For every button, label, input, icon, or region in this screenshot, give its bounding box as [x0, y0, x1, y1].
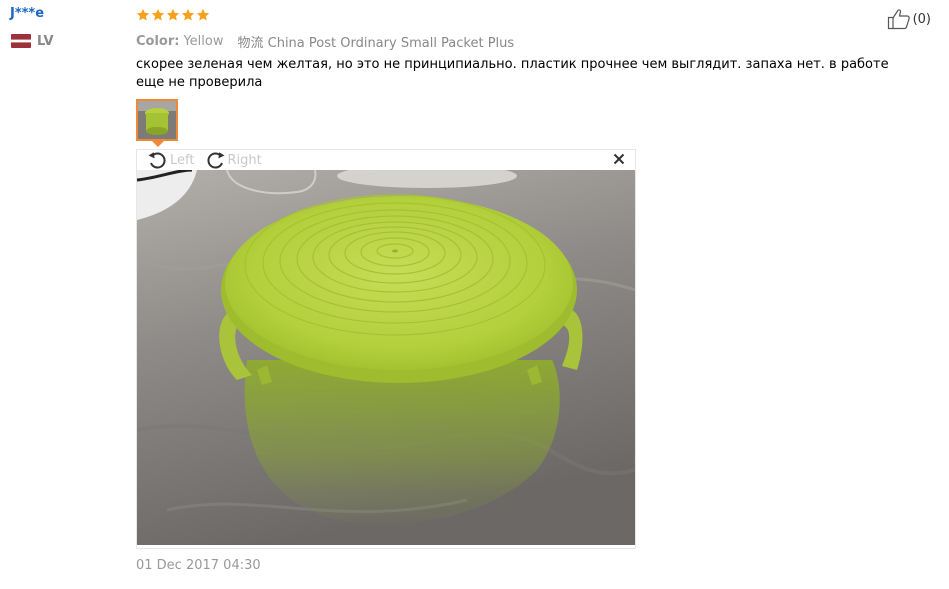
rotate-right-icon	[204, 150, 227, 170]
rotate-right-button[interactable]: Right	[204, 150, 262, 170]
country-code: LV	[37, 33, 54, 49]
star-rating	[136, 5, 896, 25]
star-icon	[196, 8, 210, 21]
star-icon	[136, 8, 150, 21]
star-icon	[151, 8, 165, 21]
star-icon	[181, 8, 195, 21]
rotate-left-label: Left	[170, 152, 195, 168]
review-date: 01 Dec 2017 04:30	[136, 558, 261, 573]
review-photo	[137, 170, 635, 545]
photo-thumbnail[interactable]	[136, 99, 178, 141]
close-viewer-button[interactable]	[613, 153, 625, 165]
close-icon	[613, 153, 625, 165]
review-content: Color: Yellow 物流 China Post Ordinary Sma…	[136, 5, 896, 92]
review-item: J***e LV (0) Color: Yellow 物流 China Post…	[0, 0, 949, 589]
buyer-country: LV	[11, 33, 54, 49]
helpful-count: (0)	[912, 11, 931, 27]
rotate-left-icon	[147, 150, 170, 170]
buyer-name: J***e	[10, 6, 45, 21]
review-text: скорее зеленая чем желтая, но это не при…	[136, 57, 889, 90]
thumbnail-pointer	[152, 141, 164, 147]
rotate-left-button[interactable]: Left	[147, 150, 194, 170]
color-label: Color:	[136, 33, 180, 49]
star-icon	[166, 8, 180, 21]
viewer-toolbar: Left Right	[137, 150, 635, 170]
rotate-right-label: Right	[227, 152, 262, 168]
logistics-info: 物流 China Post Ordinary Small Packet Plus	[237, 35, 515, 51]
latvia-flag-icon	[11, 34, 31, 48]
image-viewer: Left Right	[136, 149, 636, 549]
review-meta: Color: Yellow 物流 China Post Ordinary Sma…	[136, 31, 896, 51]
photo-thumbnail-wrap	[136, 99, 178, 147]
color-value: Yellow	[183, 33, 224, 49]
